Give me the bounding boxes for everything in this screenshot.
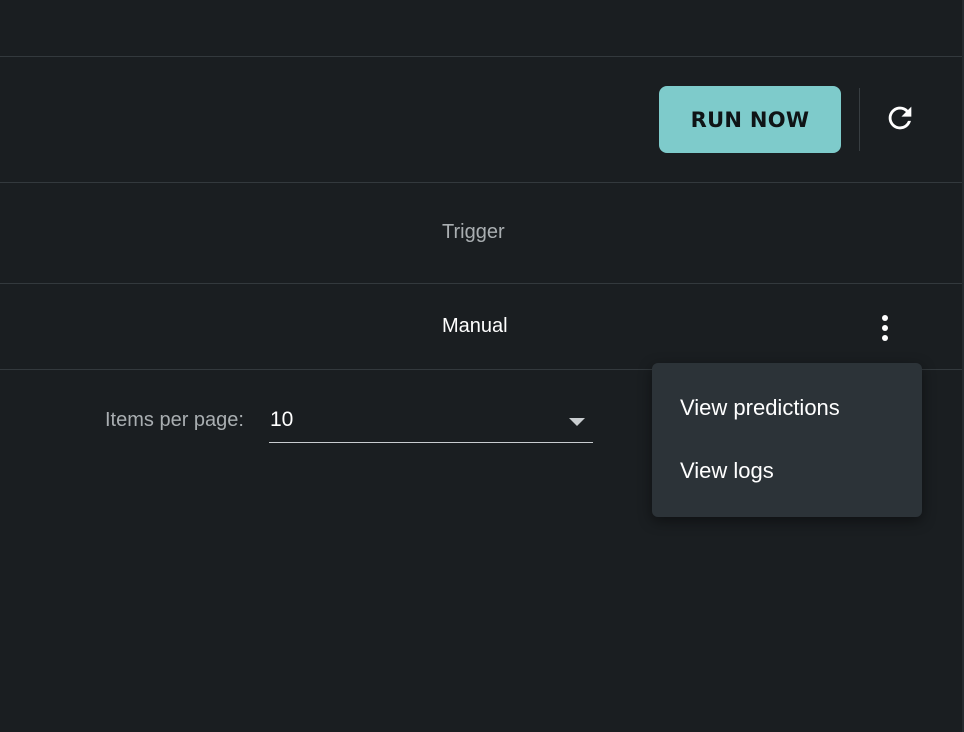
items-per-page-select[interactable]: 10 — [269, 400, 593, 443]
top-divider — [0, 56, 964, 57]
refresh-button[interactable] — [880, 100, 920, 140]
run-now-button[interactable]: RUN NOW — [659, 86, 841, 153]
row-actions-menu: View predictions View logs — [652, 363, 922, 517]
dropdown-arrow-icon — [569, 418, 585, 426]
menu-item-view-predictions[interactable]: View predictions — [652, 378, 922, 438]
header-row-divider — [0, 283, 964, 284]
items-per-page-value: 10 — [270, 408, 294, 431]
row-actions-button[interactable] — [870, 310, 900, 346]
toolbar-bottom-divider — [0, 182, 964, 183]
items-per-page-label: Items per page: — [105, 409, 244, 431]
toolbar-separator — [859, 88, 860, 151]
more-vert-icon — [882, 315, 888, 341]
menu-item-view-logs[interactable]: View logs — [652, 441, 922, 501]
refresh-icon — [883, 101, 917, 140]
column-header-trigger[interactable]: Trigger — [442, 221, 505, 244]
table-cell-trigger: Manual — [442, 315, 508, 337]
